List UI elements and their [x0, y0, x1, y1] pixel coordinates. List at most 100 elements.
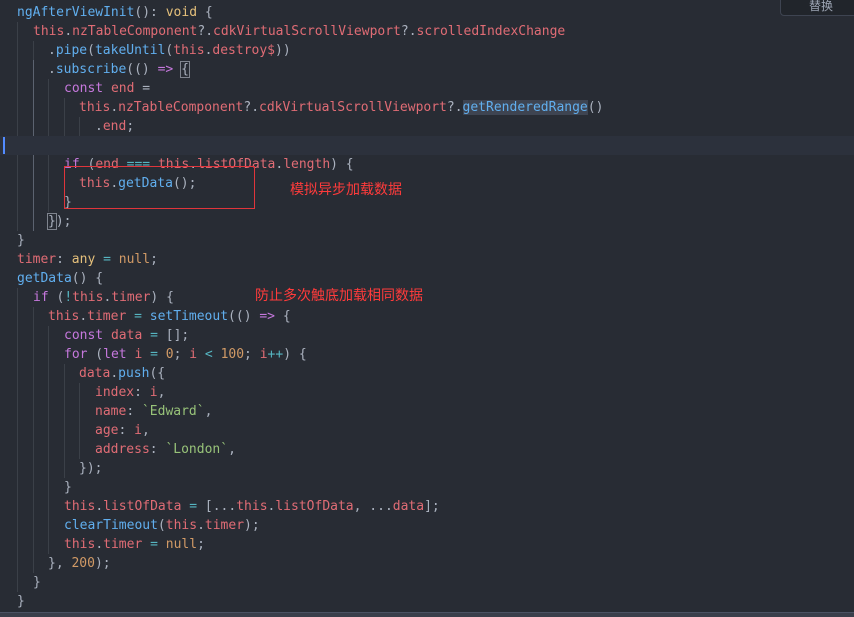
code-line[interactable]: });	[0, 212, 854, 231]
indent-guide	[17, 554, 18, 573]
code-token: 0	[165, 347, 174, 362]
code-text: data.push({	[79, 364, 165, 383]
code-token: name	[95, 404, 127, 419]
code-line[interactable]: name: `Edward`,	[0, 402, 854, 421]
code-text: this.nzTableComponent?.cdkVirtualScrollV…	[33, 22, 565, 41]
code-line[interactable]: this.nzTableComponent?.cdkVirtualScrollV…	[0, 22, 854, 41]
code-line[interactable]: getData() {	[0, 269, 854, 288]
code-line[interactable]: this.listOfData = [...this.listOfData, .…	[0, 497, 854, 516]
code-line[interactable]	[0, 136, 854, 155]
code-token: =	[103, 252, 111, 267]
indent-guide	[48, 117, 49, 136]
indent-guide	[17, 383, 18, 402]
code-token: <	[204, 347, 213, 362]
code-line[interactable]: if (!this.timer) {	[0, 288, 854, 307]
indent-guide	[64, 383, 65, 402]
code-token: subscribe	[55, 62, 127, 77]
code-token: );	[244, 518, 260, 533]
indent-guide	[17, 516, 18, 535]
code-line[interactable]: }	[0, 478, 854, 497]
annotation-avoid-repeat: 防止多次触底加载相同数据	[255, 288, 423, 304]
code-line[interactable]: for (let i = 0; i < 100; i++) {	[0, 345, 854, 364]
code-token: }	[17, 594, 25, 609]
indent-guide	[48, 364, 49, 383]
code-line[interactable]: }	[0, 592, 854, 611]
indent-guide	[17, 421, 18, 440]
code-token: {	[197, 5, 213, 20]
indent-guide	[33, 41, 34, 60]
code-token: ?.	[243, 100, 260, 115]
code-token: ():	[134, 5, 166, 20]
code-token: .	[95, 537, 104, 552]
code-text: address: `London`,	[95, 440, 236, 459]
code-token: null	[118, 252, 151, 267]
code-line[interactable]: const end =	[0, 79, 854, 98]
code-text: });	[79, 459, 102, 478]
code-line[interactable]: .end;	[0, 117, 854, 136]
indent-guide	[33, 535, 34, 554]
code-editor[interactable]: ngAfterViewInit(): void {this.nzTableCom…	[0, 0, 854, 612]
indent-guide	[17, 212, 18, 231]
code-token: this	[72, 290, 104, 305]
indent-guide	[17, 478, 18, 497]
code-token: ?.	[400, 24, 417, 39]
code-line[interactable]: index: i,	[0, 383, 854, 402]
code-line[interactable]: }, 200);	[0, 554, 854, 573]
code-line[interactable]: ngAfterViewInit(): void {	[0, 3, 854, 22]
indent-guide	[48, 79, 49, 98]
code-token: {	[275, 309, 291, 324]
code-token: push	[118, 366, 150, 381]
indent-guide	[64, 459, 65, 478]
indent-guide	[33, 326, 34, 345]
code-token: this	[64, 537, 96, 552]
code-text: this.nzTableComponent?.cdkVirtualScrollV…	[79, 98, 603, 117]
code-token: any	[71, 252, 96, 267]
code-line[interactable]: address: `London`,	[0, 440, 854, 459]
code-line[interactable]: });	[0, 459, 854, 478]
indent-guide	[33, 345, 34, 364]
code-line[interactable]: timer: any = null;	[0, 250, 854, 269]
indent-guide	[48, 497, 49, 516]
indent-guide	[48, 421, 49, 440]
horizontal-scrollbar[interactable]	[0, 612, 854, 617]
code-line[interactable]: this.nzTableComponent?.cdkVirtualScrollV…	[0, 98, 854, 117]
code-token: index	[95, 385, 135, 400]
indent-guide	[17, 573, 18, 592]
code-token: .	[110, 366, 119, 381]
code-token: .	[275, 157, 284, 172]
code-text: this.listOfData = [...this.listOfData, .…	[64, 497, 440, 516]
code-line[interactable]: data.push({	[0, 364, 854, 383]
code-token: (()	[126, 62, 158, 77]
code-text: }	[33, 573, 41, 592]
code-line[interactable]: }	[0, 231, 854, 250]
indent-guide	[17, 193, 18, 212]
code-line[interactable]: const data = [];	[0, 326, 854, 345]
code-line[interactable]: .subscribe(() => {	[0, 60, 854, 79]
code-token: (	[87, 347, 104, 362]
code-text: for (let i = 0; i < 100; i++) {	[64, 345, 307, 364]
code-line[interactable]: clearTimeout(this.timer);	[0, 516, 854, 535]
indent-guide	[79, 402, 80, 421]
code-line[interactable]: this.timer = setTimeout(() => {	[0, 307, 854, 326]
code-token: const	[64, 328, 104, 343]
code-token: i	[259, 347, 268, 362]
code-token: (	[157, 518, 166, 533]
text-cursor	[3, 137, 5, 154]
code-text: .pipe(takeUntil(this.destroy$))	[48, 41, 291, 60]
code-token: =	[150, 347, 158, 362]
code-token: (	[48, 290, 65, 305]
code-line[interactable]: age: i,	[0, 421, 854, 440]
code-line[interactable]: }	[0, 573, 854, 592]
code-token: :	[134, 385, 150, 400]
code-text: .subscribe(() => {	[48, 60, 190, 79]
indent-guide	[33, 155, 34, 174]
code-line[interactable]: .pipe(takeUntil(this.destroy$))	[0, 41, 854, 60]
indent-guide	[17, 155, 18, 174]
code-line[interactable]: this.timer = null;	[0, 535, 854, 554]
code-token: :	[118, 423, 135, 438]
code-text: }, 200);	[48, 554, 111, 573]
code-text: this.timer = null;	[64, 535, 205, 554]
